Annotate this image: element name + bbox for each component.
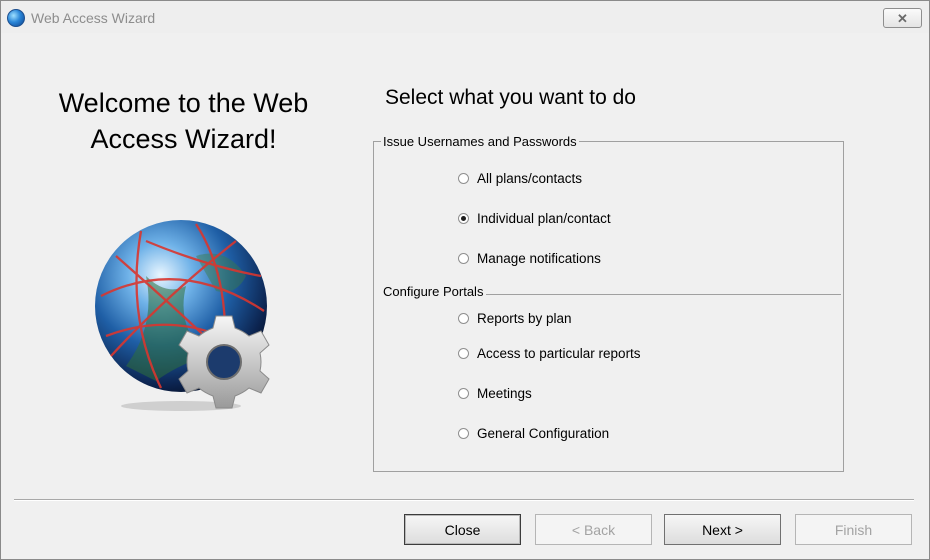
page-heading: Select what you want to do	[385, 86, 636, 109]
radio-button[interactable]	[458, 173, 469, 184]
back-button[interactable]: < Back	[535, 514, 652, 545]
group-label-configure-portals: Configure Portals	[381, 284, 486, 299]
title-bar: Web Access Wizard ✕	[1, 1, 929, 33]
close-icon: ✕	[897, 10, 908, 26]
radio-reports-by-plan[interactable]: Reports by plan	[458, 311, 572, 326]
radio-label: Manage notifications	[477, 251, 601, 266]
finish-button[interactable]: Finish	[795, 514, 912, 545]
radio-button-selected[interactable]	[458, 213, 469, 224]
radio-label: General Configuration	[477, 426, 610, 441]
group-label-issue-usernames: Issue Usernames and Passwords	[381, 134, 579, 149]
radio-button[interactable]	[458, 253, 469, 264]
close-button[interactable]: Close	[404, 514, 521, 545]
radio-label: Access to particular reports	[477, 346, 641, 361]
next-button[interactable]: Next >	[664, 514, 781, 545]
radio-manage-notifications[interactable]: Manage notifications	[458, 251, 601, 266]
radio-meetings[interactable]: Meetings	[458, 386, 532, 401]
welcome-text: Welcome to the Web Access Wizard!	[31, 85, 336, 157]
radio-label: All plans/contacts	[477, 171, 583, 186]
footer-divider	[14, 499, 914, 501]
window-title: Web Access Wizard	[31, 10, 156, 26]
radio-access-particular-reports[interactable]: Access to particular reports	[458, 346, 641, 361]
group-divider	[486, 294, 841, 295]
radio-button[interactable]	[458, 348, 469, 359]
globe-gear-icon	[95, 220, 270, 411]
welcome-line-1: Welcome to the Web	[58, 88, 309, 118]
radio-label: Meetings	[477, 386, 532, 401]
radio-individual-plan-contact[interactable]: Individual plan/contact	[458, 211, 611, 226]
radio-button[interactable]	[458, 313, 469, 324]
options-groupbox	[373, 141, 844, 472]
radio-button[interactable]	[458, 388, 469, 399]
globe-app-icon	[7, 9, 25, 27]
radio-general-configuration[interactable]: General Configuration	[458, 426, 609, 441]
radio-button[interactable]	[458, 428, 469, 439]
radio-label: Reports by plan	[477, 311, 572, 326]
wizard-window: Web Access Wizard ✕ Welcome to the Web A…	[0, 0, 930, 560]
window-close-button[interactable]: ✕	[883, 8, 922, 28]
radio-all-plans-contacts[interactable]: All plans/contacts	[458, 171, 582, 186]
radio-label: Individual plan/contact	[477, 211, 611, 226]
welcome-line-2: Access Wizard!	[90, 124, 277, 154]
